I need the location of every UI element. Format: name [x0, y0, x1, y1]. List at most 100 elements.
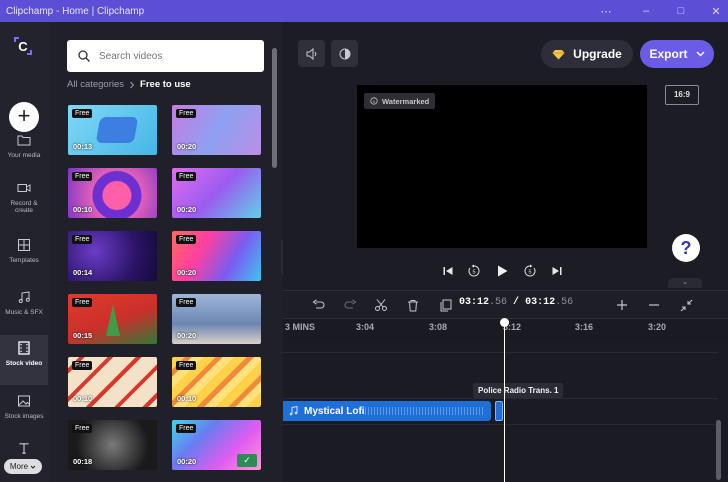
video-thumbnail[interactable]: Free 00:13: [68, 105, 157, 155]
time-separator: /: [513, 297, 520, 308]
sidebar-item-stock-video[interactable]: Stock video: [0, 335, 48, 385]
video-thumbnail[interactable]: Free 00:20 ✓: [172, 420, 261, 470]
delete-button[interactable]: [405, 297, 421, 313]
skip-to-start-button[interactable]: [439, 262, 457, 280]
video-duration: 00:15: [73, 331, 93, 340]
ruler-label: 3:04: [356, 322, 375, 332]
maximize-button[interactable]: □: [663, 0, 699, 22]
diamond-icon: [552, 49, 565, 59]
search-input[interactable]: [99, 50, 249, 62]
svg-text:C: C: [18, 39, 28, 54]
rewind-5-button[interactable]: 5: [465, 262, 483, 280]
volume-button[interactable]: [298, 40, 325, 67]
collapse-arrows-icon: [680, 299, 692, 311]
minimize-button[interactable]: –: [628, 0, 664, 22]
sidebar-item-templates[interactable]: Templates: [0, 232, 48, 282]
export-button[interactable]: Export: [640, 40, 714, 68]
video-duration: 00:20: [177, 142, 197, 151]
free-badge: Free: [176, 172, 197, 181]
duplicate-button[interactable]: [438, 297, 454, 313]
zoom-out-button[interactable]: [646, 297, 662, 313]
skip-to-end-button[interactable]: [548, 262, 566, 280]
ruler-label: 3 MINS: [285, 322, 316, 332]
folder-icon: [17, 135, 31, 146]
track-divider: [283, 398, 718, 399]
video-thumbnail[interactable]: Free 00:10: [68, 357, 157, 407]
free-badge: Free: [72, 361, 93, 370]
breadcrumb: All categories Free to use: [67, 79, 191, 90]
upgrade-label: Upgrade: [573, 47, 622, 61]
upgrade-button[interactable]: Upgrade: [541, 40, 633, 68]
text-icon: [19, 443, 29, 454]
playhead[interactable]: [504, 320, 505, 482]
playhead-handle[interactable]: [500, 318, 509, 327]
breadcrumb-all-categories[interactable]: All categories: [67, 79, 124, 90]
more-options-icon[interactable]: ⋯: [588, 0, 624, 22]
free-badge: Free: [176, 361, 197, 370]
video-thumbnail[interactable]: Free 00:20: [172, 168, 261, 218]
video-thumbnail[interactable]: Free 00:20: [172, 231, 261, 281]
ruler-label: 3:08: [429, 322, 448, 332]
sidebar-item-record-create[interactable]: Record & create: [0, 175, 48, 225]
free-badge: Free: [72, 424, 93, 433]
camera-icon: [17, 184, 31, 192]
close-button[interactable]: ✕: [698, 0, 728, 22]
video-thumbnail[interactable]: Free 00:10: [68, 168, 157, 218]
sidebar-item-label: Stock images: [4, 413, 44, 420]
image-icon: [18, 395, 30, 407]
video-thumbnail[interactable]: Free 00:15: [68, 294, 157, 344]
search-icon: [78, 50, 90, 62]
track-divider: [283, 352, 718, 353]
sidebar-item-your-media[interactable]: Your media: [0, 127, 48, 177]
video-thumbnail[interactable]: Free 00:10: [172, 357, 261, 407]
music-note-icon: [289, 406, 298, 416]
ruler-label: 3:16: [575, 322, 594, 332]
skip-forward-icon: [552, 267, 562, 275]
chevron-right-icon: [130, 81, 135, 88]
undo-button[interactable]: [310, 297, 326, 313]
redo-button[interactable]: [342, 297, 358, 313]
more-button[interactable]: More: [4, 459, 42, 474]
sidebar-item-text[interactable]: [0, 436, 48, 460]
video-duration: 00:20: [177, 457, 197, 466]
video-thumbnail[interactable]: Free 00:14: [68, 231, 157, 281]
forward-5-button[interactable]: 5: [521, 262, 539, 280]
stock-video-panel: All categories Free to use Free 00:13 Fr…: [50, 22, 283, 482]
video-thumbnail[interactable]: Free 00:20: [172, 105, 261, 155]
templates-icon: [18, 239, 30, 251]
video-thumbnail[interactable]: Free 00:20: [172, 294, 261, 344]
play-icon: [498, 265, 508, 277]
audio-waveform: [365, 407, 485, 415]
film-icon: [18, 341, 30, 355]
free-badge: Free: [72, 109, 93, 118]
search-box[interactable]: [67, 40, 264, 72]
sfx-clip[interactable]: [495, 401, 503, 421]
audio-clip[interactable]: Mystical Lofi: [283, 401, 491, 421]
aspect-ratio-button[interactable]: 16:9: [665, 85, 699, 105]
split-button[interactable]: [373, 297, 389, 313]
timeline-scrollbar[interactable]: [716, 420, 721, 480]
export-label: Export: [649, 47, 688, 61]
video-duration: 00:10: [73, 394, 93, 403]
clipchamp-logo-icon[interactable]: C: [11, 34, 35, 58]
help-button[interactable]: ?: [672, 234, 700, 262]
video-duration: 00:14: [73, 268, 93, 277]
svg-text:5: 5: [472, 270, 475, 276]
sidebar-item-music-sfx[interactable]: Music & SFX: [0, 284, 48, 334]
audio-clip-label: Mystical Lofi: [304, 405, 365, 417]
music-icon: [18, 291, 30, 303]
free-badge: Free: [72, 298, 93, 307]
zoom-in-button[interactable]: [614, 297, 630, 313]
sidebar-item-label: Music & SFX: [5, 309, 43, 316]
plus-icon: [617, 300, 627, 310]
more-label: More: [9, 462, 29, 471]
sidebar-item-stock-images[interactable]: Stock images: [0, 388, 48, 438]
free-badge: Free: [72, 172, 93, 181]
expand-timeline-button[interactable]: ⌄: [668, 278, 702, 288]
play-button[interactable]: [493, 262, 511, 280]
video-thumbnail[interactable]: Free 00:18: [68, 420, 157, 470]
panel-scrollbar[interactable]: [272, 48, 277, 168]
fit-timeline-button[interactable]: [678, 297, 694, 313]
sidebar-item-label: Your media: [7, 152, 41, 159]
contrast-button[interactable]: [331, 40, 358, 67]
